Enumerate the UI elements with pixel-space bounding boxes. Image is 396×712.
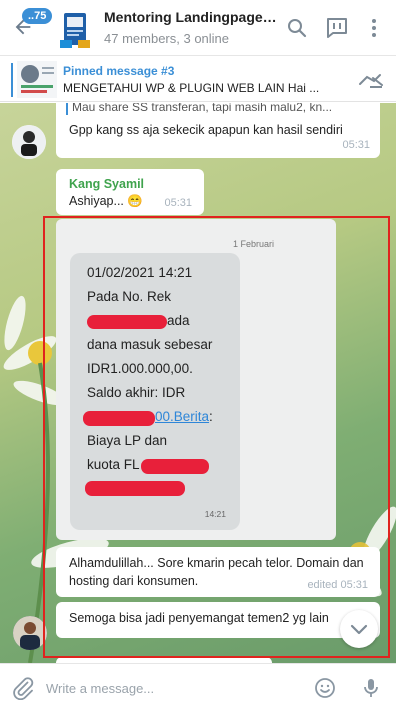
message-time: 05:31 [342,139,370,151]
pinned-title: Pinned message #3 [63,64,175,78]
pinned-accent-bar [11,63,13,97]
message-bubble[interactable]: Kang Syamil Ashiyap... 😁 05:31 [56,169,204,215]
message-text: Ashiyap... 😁 [69,194,143,208]
chat-header: ..75 Mentoring Landingpage S... 47 membe… [0,0,396,56]
message-input[interactable] [46,674,296,702]
message-input-bar [0,663,396,712]
emoji-icon[interactable] [313,676,337,700]
chat-member-status: 47 members, 3 online [104,31,230,46]
search-icon[interactable] [285,16,309,40]
user-avatar[interactable] [13,616,47,650]
attach-icon[interactable] [11,676,35,700]
message-text: Gpp kang ss aja sekecik apapun kan hasil… [69,123,343,137]
sender-name[interactable]: Kang Syamil [69,175,144,193]
unread-count-badge: ..75 [22,8,53,24]
unpin-icon[interactable] [356,69,386,91]
pinned-message-bar[interactable]: Pinned message #3 MENGETAHUI WP & PLUGIN… [0,57,396,102]
message-bubble[interactable]: Mau share SS transferan, tapi masih malu… [56,103,380,158]
highlight-rectangle [43,216,390,658]
pinned-text: MENGETAHUI WP & PLUGIN WEB LAIN Hai ... [63,81,320,95]
chevron-down-icon [350,624,368,635]
chat-title[interactable]: Mentoring Landingpage S... [104,9,280,25]
reply-preview: Mau share SS transferan, tapi masih malu… [72,103,333,114]
user-avatar[interactable] [12,125,46,159]
microphone-icon[interactable] [359,676,383,700]
reply-accent-bar [66,103,68,115]
group-avatar[interactable] [58,10,94,50]
more-menu-icon[interactable] [362,16,386,40]
scroll-to-bottom-button[interactable] [340,610,378,648]
discussion-icon[interactable] [325,16,349,40]
pinned-thumbnail [17,61,57,98]
message-time: 05:31 [164,197,192,209]
